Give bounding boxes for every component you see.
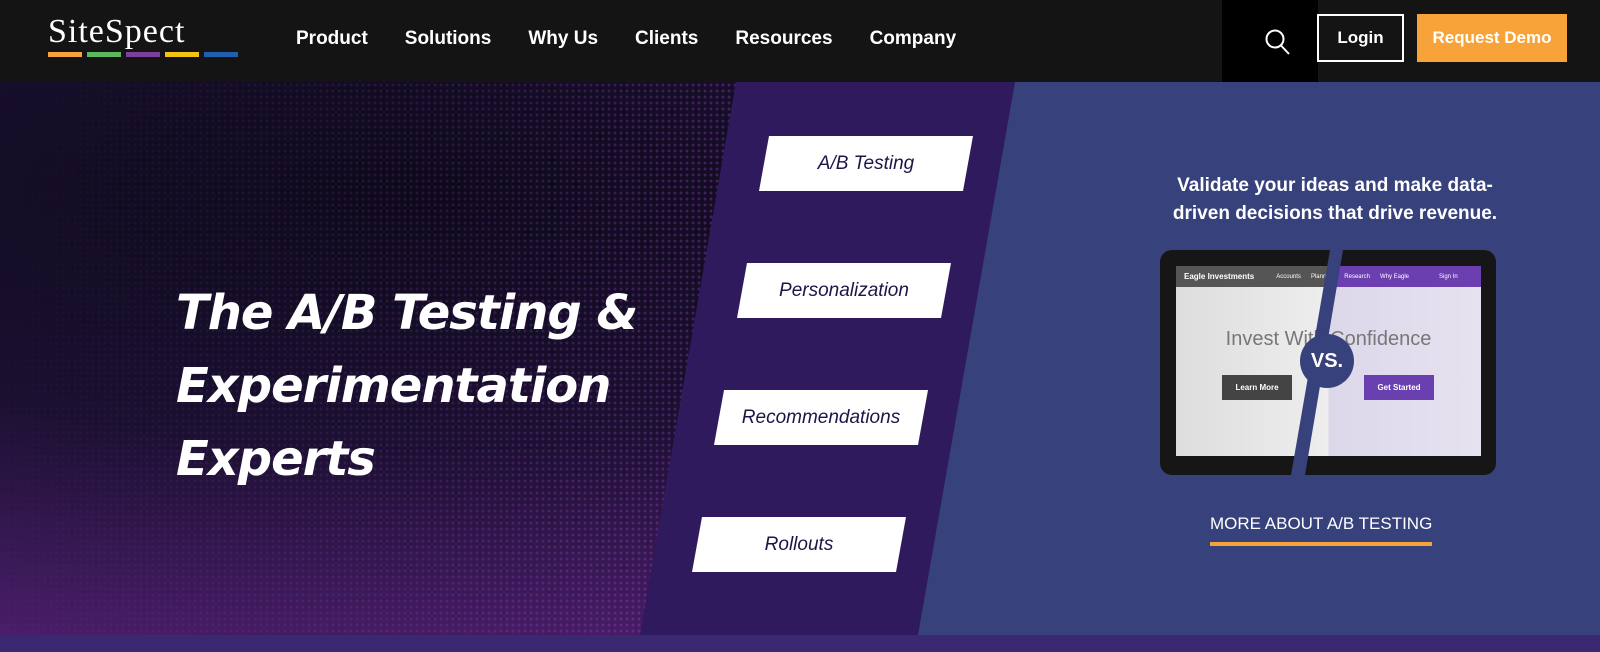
tagline: Validate your ideas and make data-driven… [1172, 175, 1498, 224]
ab-test-illustration: Eagle Investments Accounts Planning Rese… [1160, 250, 1496, 475]
logo-text: SiteSpect [48, 13, 186, 50]
logo-color-bars [48, 52, 238, 57]
search-icon[interactable] [1264, 28, 1290, 56]
mock-link: Research [1344, 273, 1370, 280]
mock-learn-more: Learn More [1222, 375, 1292, 400]
recommendations-button[interactable]: Recommendations [714, 390, 928, 445]
mock-link: Accounts [1276, 273, 1301, 280]
hero-title: The A/B Testing & Experimentation Expert… [176, 277, 638, 496]
request-demo-button[interactable]: Request Demo [1417, 14, 1567, 62]
menu-solutions[interactable]: Solutions [405, 28, 492, 50]
menu-why-us[interactable]: Why Us [528, 28, 598, 50]
mock-sign-in: Sign In [1439, 273, 1458, 280]
personalization-button[interactable]: Personalization [737, 263, 951, 318]
vs-badge: VS. [1300, 334, 1354, 388]
menu-resources[interactable]: Resources [735, 28, 832, 50]
sitespect-logo[interactable]: SiteSpect [48, 14, 238, 57]
bottom-strip [0, 635, 1600, 652]
mock-get-started: Get Started [1364, 375, 1434, 400]
title-line: Experimentation [176, 358, 611, 414]
hero: The A/B Testing & Experimentation Expert… [0, 82, 1600, 635]
title-line: The A/B Testing & [176, 285, 638, 341]
mock-brand: Eagle Investments [1184, 272, 1255, 281]
title-line: Experts [176, 431, 376, 487]
more-about-ab-testing-link[interactable]: MORE ABOUT A/B TESTING [1210, 514, 1433, 546]
rollouts-button[interactable]: Rollouts [692, 517, 906, 572]
ab-testing-button[interactable]: A/B Testing [759, 136, 973, 191]
menu-company[interactable]: Company [870, 28, 957, 50]
login-button[interactable]: Login [1317, 14, 1404, 62]
top-nav: SiteSpect Product Solutions Why Us Clien… [0, 0, 1600, 82]
menu-clients[interactable]: Clients [635, 28, 698, 50]
main-menu: Product Solutions Why Us Clients Resourc… [296, 28, 956, 50]
mock-link: Why Eagle [1379, 273, 1409, 280]
menu-product[interactable]: Product [296, 28, 368, 50]
